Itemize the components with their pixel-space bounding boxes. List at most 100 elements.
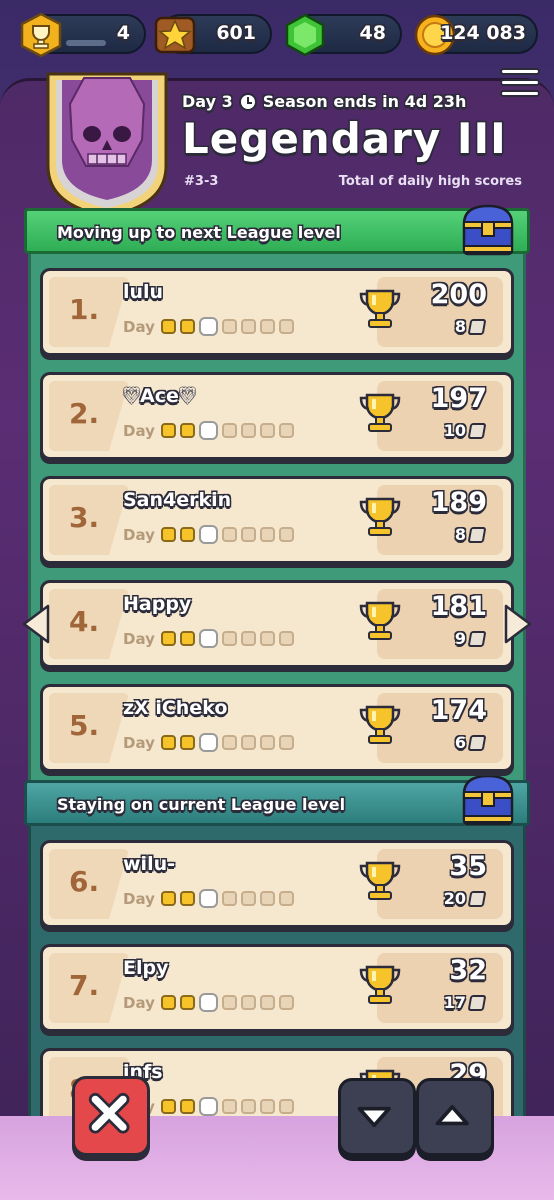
day-progress-dot	[160, 527, 176, 542]
gem-count: 48	[359, 22, 386, 44]
trophy-badge-icon	[20, 12, 62, 58]
games-icon	[467, 630, 487, 647]
promotion-banner: Moving up to next League level	[24, 208, 530, 254]
games-icon	[467, 734, 487, 751]
close-button[interactable]	[72, 1076, 150, 1156]
day-progress: Day	[123, 525, 294, 544]
player-score: 197	[430, 383, 487, 414]
next-league-arrow[interactable]	[504, 604, 532, 644]
day-progress-dot	[278, 319, 294, 334]
games-count: 9	[454, 629, 466, 648]
trophy-icon	[359, 601, 401, 640]
rank-number: 1.	[69, 293, 100, 326]
previous-league-arrow[interactable]	[22, 604, 50, 644]
leaderboard-row[interactable]: 1. lulu Day 200 8	[40, 268, 514, 356]
player-name: wilu-	[123, 853, 175, 875]
gold-counter[interactable]: 124 083	[414, 14, 538, 56]
trophy-counter[interactable]: 4	[20, 12, 146, 58]
games-count: 20	[443, 889, 466, 908]
rank-number: 7.	[69, 969, 100, 1002]
player-score: 189	[430, 487, 487, 518]
chevron-up-icon	[435, 1105, 469, 1126]
clock-icon	[238, 92, 257, 111]
score-box: 35 20	[359, 849, 503, 919]
chest-icon[interactable]	[458, 200, 518, 260]
leaderboard-row[interactable]: 3. San4erkin Day 189 8	[40, 476, 514, 564]
gem-counter[interactable]: 48	[285, 13, 402, 57]
games-count: 8	[454, 525, 466, 544]
player-score: 181	[430, 591, 487, 622]
day-progress-dot	[198, 733, 218, 752]
day-progress: Day	[123, 889, 294, 908]
day-progress-dot	[160, 319, 176, 334]
scroll-down-button[interactable]	[338, 1078, 416, 1156]
day-progress-dot	[179, 631, 195, 646]
games-count: 8	[454, 317, 466, 336]
day-progress-dot	[278, 423, 294, 438]
day-progress-dot	[221, 1099, 237, 1114]
player-name: zX iCheko	[123, 697, 228, 719]
games-played: 6	[454, 733, 487, 752]
rank-number: 3.	[69, 501, 100, 534]
chest-icon[interactable]	[458, 770, 518, 830]
stay-banner: Staying on current League level	[24, 780, 530, 826]
trophy-progress	[66, 40, 106, 46]
games-icon	[467, 890, 487, 907]
games-played: 9	[454, 629, 487, 648]
gem-icon	[285, 13, 325, 57]
games-count: 10	[443, 421, 466, 440]
leaderboard-row[interactable]: 6. wilu- Day 35 20	[40, 840, 514, 928]
day-progress-dot	[179, 527, 195, 542]
score-box: 32 17	[359, 953, 503, 1023]
leaderboard-row[interactable]: 5. zX iCheko Day 174 6	[40, 684, 514, 772]
day-progress-dot	[179, 423, 195, 438]
leaderboard-row[interactable]: 7. Elpy Day 32 17	[40, 944, 514, 1032]
gold-count: 124 083	[440, 22, 526, 44]
day-progress-dot	[198, 889, 218, 908]
day-label: Day	[123, 317, 155, 336]
player-name: San4erkin	[123, 489, 232, 511]
day-progress: Day	[123, 317, 294, 336]
star-counter[interactable]: 601	[154, 14, 272, 54]
trophy-count: 4	[116, 22, 130, 44]
day-progress-dot	[259, 631, 275, 646]
menu-bar-icon	[500, 90, 540, 97]
games-count: 6	[454, 733, 466, 752]
day-progress-dot	[278, 735, 294, 750]
leaderboard-row[interactable]: 4. Happy Day 181 9	[40, 580, 514, 668]
scroll-up-button[interactable]	[416, 1078, 494, 1156]
player-name: lulu	[123, 281, 164, 303]
player-name: Elpy	[123, 957, 169, 979]
day-progress-dot	[259, 1099, 275, 1114]
day-progress-dot	[160, 423, 176, 438]
day-progress-dot	[179, 735, 195, 750]
day-progress-dot	[160, 1099, 176, 1114]
day-progress-dot	[278, 631, 294, 646]
trophy-icon	[359, 705, 401, 744]
league-title: Legendary III	[182, 114, 507, 163]
day-progress-dot	[240, 631, 256, 646]
day-label: Day	[123, 525, 155, 544]
day-progress-dot	[240, 1099, 256, 1114]
day-progress-dot	[259, 735, 275, 750]
league-code: #3-3	[184, 174, 219, 189]
score-box: 200 8	[359, 277, 503, 347]
day-progress-dot	[179, 319, 195, 334]
day-progress-dot	[221, 735, 237, 750]
day-label: Day	[123, 421, 155, 440]
games-icon	[467, 318, 487, 335]
day-progress-dot	[160, 995, 176, 1010]
star-icon	[154, 16, 196, 54]
games-played: 17	[444, 993, 487, 1012]
day-progress-dot	[160, 631, 176, 646]
rank-number: 6.	[69, 865, 100, 898]
menu-button[interactable]	[500, 68, 540, 104]
currency-bar: 4 601 48 124 083	[0, 12, 554, 58]
leaderboard-row[interactable]: 2. ♡Ace♡ Day 197 10	[40, 372, 514, 460]
games-icon	[467, 422, 487, 439]
score-box: 197 10	[359, 381, 503, 451]
day-progress-dot	[278, 891, 294, 906]
day-progress-dot	[198, 317, 218, 336]
trophy-icon	[359, 861, 401, 900]
day-label: Day	[123, 629, 155, 648]
